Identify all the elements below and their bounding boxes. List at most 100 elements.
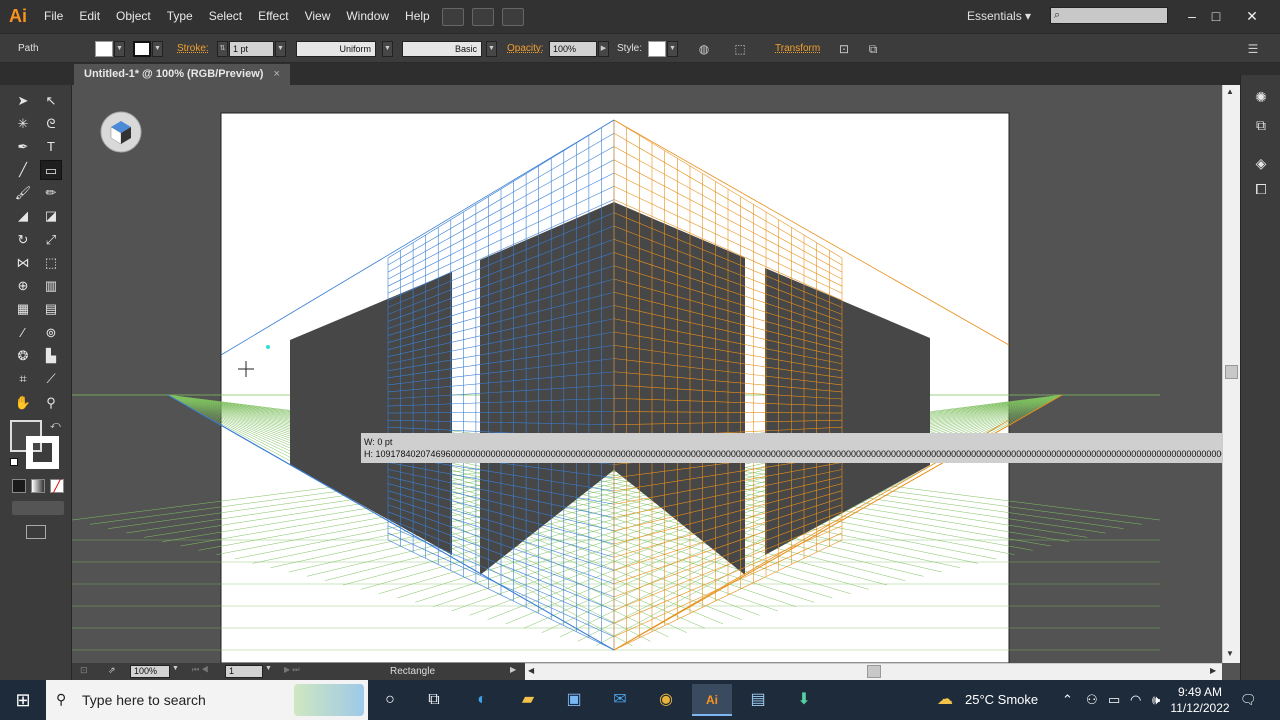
cc-status-icon[interactable]: ⊡ [80,665,96,678]
notepad-icon[interactable]: ▤ [738,684,778,716]
column-graph-tool-icon[interactable]: ▙ [40,346,62,366]
style-dropdown[interactable]: ▼ [667,41,678,57]
slice-tool-icon[interactable]: ⟋ [40,369,62,389]
menu-effect[interactable]: Effect [250,0,296,33]
menu-help[interactable]: Help [397,0,438,33]
blend-tool-icon[interactable]: ⊚ [40,323,62,343]
battery-icon[interactable]: ▭ [1108,680,1120,720]
bridge-icon[interactable] [441,7,464,26]
store-icon[interactable]: ▣ [554,684,594,716]
pen-tool-icon[interactable]: ✒ [12,137,34,157]
canvas[interactable]: W: 0 pt H: 10917840207469600000000000000… [72,85,1222,663]
artboard-dropdown-icon[interactable]: ▼ [265,665,275,678]
menu-type[interactable]: Type [159,0,201,33]
stroke-color-swatch[interactable] [26,436,59,469]
task-view-icon[interactable]: ⧉ [414,684,454,716]
eraser-tool-icon[interactable]: ◪ [40,206,62,226]
scroll-up-icon[interactable]: ▲ [1226,87,1234,96]
weather-text[interactable]: 25°C Smoke [965,680,1038,720]
fill-swatch[interactable] [95,41,113,57]
horizontal-scrollbar[interactable]: ◀ ▶ [525,663,1222,680]
status-arrow-icon[interactable]: ▶ [510,665,516,678]
symbol-sprayer-tool-icon[interactable]: ❂ [12,346,34,366]
app-installer-icon[interactable]: ⬇ [784,684,824,716]
vertical-scroll-thumb[interactable] [1225,365,1238,379]
eyedropper-tool-icon[interactable]: ⁄ [12,323,34,343]
profile-dropdown[interactable]: ▼ [382,41,393,57]
clock[interactable]: 9:49 AM 11/12/2022 [1170,684,1230,716]
menu-object[interactable]: Object [108,0,159,33]
zoom-field[interactable]: 100% [130,665,170,678]
gpu-performance-icon[interactable] [501,7,524,26]
rectangle-tool-icon[interactable]: ▭ [40,160,62,180]
brush-dropdown[interactable]: ▼ [486,41,497,57]
variable-width-profile[interactable]: Uniform [296,41,376,57]
scroll-down-icon[interactable]: ▼ [1226,649,1234,658]
help-search-input[interactable]: ⌕ [1050,7,1168,24]
brush-definition[interactable]: Basic [402,41,482,57]
default-colors-icon[interactable] [10,458,18,466]
menu-edit[interactable]: Edit [71,0,108,33]
weather-icon[interactable]: ☁ [937,680,953,720]
isolate-group-icon[interactable]: ⊡ [835,41,853,57]
arrange-documents-icon[interactable] [471,7,494,26]
meet-now-icon[interactable]: ⚇ [1086,680,1098,720]
recolor-artwork-icon[interactable]: ◍ [695,41,713,57]
edge-icon[interactable]: ◐ [462,684,502,716]
selection-tool-icon[interactable]: ➤ [12,91,34,111]
panel-menu-icon[interactable]: ☰ [1244,41,1262,57]
opacity-field[interactable]: 100% [549,41,597,57]
menu-view[interactable]: View [297,0,339,33]
stroke-label[interactable]: Stroke: [177,41,209,57]
wifi-icon[interactable]: ◠ [1130,680,1141,720]
type-tool-icon[interactable]: T [40,137,62,157]
gradient-mode-icon[interactable] [31,479,45,493]
next-last-artboard-icon[interactable]: ▶ ⏭ [284,665,314,678]
share-icon[interactable]: ⇗ [108,665,120,678]
cortana-icon[interactable]: ○ [370,684,410,716]
first-prev-artboard-icon[interactable]: ⏮ ◀ [192,665,222,678]
menu-select[interactable]: Select [201,0,250,33]
lasso-tool-icon[interactable]: ᘓ [40,114,62,134]
color-mode-icon[interactable] [12,479,26,493]
libraries-panel-icon[interactable]: ⧉ [1250,115,1272,135]
windows-start-icon[interactable]: ⊞ [0,680,46,720]
width-tool-icon[interactable]: ⋈ [12,253,34,273]
none-mode-icon[interactable]: ╱ [50,479,64,493]
artboards-panel-icon[interactable]: ⧠ [1250,179,1272,199]
vertical-scrollbar[interactable]: ▲ ▼ [1222,85,1240,663]
horizontal-scroll-thumb[interactable] [867,665,881,678]
stroke-swatch[interactable] [133,41,151,57]
menu-file[interactable]: File [36,0,71,33]
pencil-tool-icon[interactable]: ✏ [40,183,62,203]
scale-tool-icon[interactable]: ⤢ [40,230,62,250]
direct-selection-tool-icon[interactable]: ↖ [40,91,62,111]
zoom-tool-icon[interactable]: ⚲ [40,393,62,413]
stroke-weight-field[interactable]: 1 pt [229,41,274,57]
fill-dropdown[interactable]: ▼ [114,41,125,57]
line-tool-icon[interactable]: ╱ [12,160,34,180]
stroke-stepper[interactable]: ⇅ [217,41,228,57]
show-hidden-icons-icon[interactable]: ⌃ [1062,680,1073,720]
zoom-dropdown-icon[interactable]: ▼ [172,665,182,678]
magic-wand-tool-icon[interactable]: ✳ [12,114,34,134]
mesh-tool-icon[interactable]: ▦ [12,299,34,319]
workspace-switcher[interactable]: Essentials ▾ [967,9,1031,23]
close-button[interactable]: ✕ [1240,4,1264,28]
hand-tool-icon[interactable]: ✋ [12,393,34,413]
taskbar-search-box[interactable]: ⚲ Type here to search [46,680,368,720]
opacity-label[interactable]: Opacity: [507,41,544,57]
stroke-weight-dropdown[interactable]: ▼ [275,41,286,57]
document-tab[interactable]: Untitled-1* @ 100% (RGB/Preview) × [74,64,290,85]
artboard-tool-icon[interactable]: ⌗ [12,369,34,389]
swap-colors-icon[interactable]: ⤺ [50,420,61,431]
align-icon[interactable]: ⬚ [731,41,749,57]
perspective-grid-tool-icon[interactable]: ▥ [40,276,62,296]
scroll-left-icon[interactable]: ◀ [528,666,534,675]
current-tool-status[interactable]: Rectangle [390,665,435,678]
graphic-style-swatch[interactable] [648,41,666,57]
notifications-icon[interactable]: 🗨 [1240,680,1257,720]
opacity-arrow[interactable]: ▶ [598,41,609,57]
volume-icon[interactable]: 🕪 [1152,680,1160,720]
drawing-modes-icon[interactable] [12,501,64,515]
